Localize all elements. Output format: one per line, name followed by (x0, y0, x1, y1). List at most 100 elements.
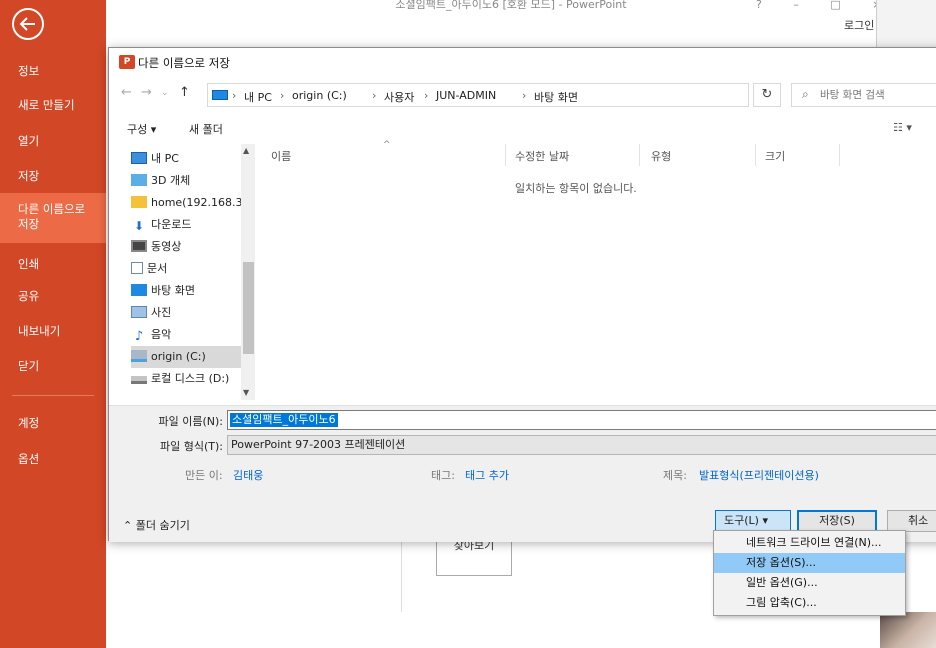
backstage-new[interactable]: 새로 만들기 (0, 89, 106, 121)
hide-folders-button[interactable]: ⌃ 폴더 숨기기 (123, 517, 190, 533)
tree-item-pictures[interactable]: 사진 (131, 302, 247, 324)
filename-input[interactable]: 소셜임팩트_아두이노6 (227, 410, 936, 430)
search-box[interactable]: ⌕ (791, 83, 936, 107)
back-button[interactable] (12, 8, 44, 40)
tree-item-label: 바탕 화면 (151, 284, 195, 297)
new-folder-button[interactable]: 새 폴더 (189, 121, 223, 137)
backstage-share[interactable]: 공유 (0, 280, 106, 312)
tree-item-label: 동영상 (151, 240, 182, 253)
backstage-save[interactable]: 저장 (0, 160, 106, 192)
scroll-up-icon[interactable]: ▲ (243, 146, 249, 155)
tree-item-desktop[interactable]: 바탕 화면 (131, 280, 247, 302)
dialog-toolbar: 구성 ▾ 새 폴더 ☷ ▾ (109, 118, 936, 140)
forward-nav-icon[interactable]: → (141, 85, 152, 100)
back-arrow-icon (19, 17, 35, 31)
column-divider (755, 144, 756, 166)
video-icon (131, 240, 147, 252)
backstage-info[interactable]: 정보 (0, 55, 106, 87)
pc-icon (131, 152, 147, 164)
scrollbar-thumb[interactable] (243, 262, 254, 354)
tree-item-this-pc[interactable]: 내 PC (131, 148, 247, 170)
save-button[interactable]: 저장(S) (797, 510, 877, 532)
filetype-select[interactable]: PowerPoint 97-2003 프레젠테이션 (227, 435, 936, 455)
view-options-button[interactable]: ☷ ▾ (893, 121, 912, 134)
column-header-size[interactable]: 크기 (765, 148, 785, 164)
organize-button[interactable]: 구성 ▾ (127, 121, 156, 137)
powerpoint-icon: P (119, 55, 135, 69)
dialog-titlebar: P 다른 이름으로 저장 (109, 48, 936, 78)
background-photo (880, 612, 936, 648)
backstage-account[interactable]: 계정 (0, 407, 106, 439)
tree-item-network-home[interactable]: home(192.168.3 (131, 192, 247, 214)
refresh-button[interactable]: ↻ (753, 83, 781, 107)
tree-item-3d-objects[interactable]: 3D 개체 (131, 170, 247, 192)
breadcrumb-item[interactable]: 사용자 (384, 89, 414, 105)
window-controls[interactable]: ? – □ × (756, 0, 895, 10)
filename-value: 소셜임팩트_아두이노6 (230, 413, 338, 427)
navigation-pane-scrollbar[interactable]: ▲ ▼ (241, 144, 255, 400)
tree-item-label: 다운로드 (151, 218, 192, 231)
menu-compress-pictures[interactable]: 그림 압축(C)... (714, 593, 905, 613)
cancel-button[interactable]: 취소 (887, 510, 936, 532)
navigation-bar: ← → ⌄ ↑ › 내 PC › origin (C:) › 사용자 › JUN… (109, 81, 936, 109)
backstage-open[interactable]: 열기 (0, 125, 106, 157)
tree-item-music[interactable]: ♪ 음악 (131, 324, 247, 346)
address-bar[interactable]: › 내 PC › origin (C:) › 사용자 › JUN-ADMIN ›… (207, 83, 826, 107)
column-header-name[interactable]: 이름 (271, 148, 291, 164)
breadcrumb-chevron-icon: › (424, 89, 429, 102)
desktop-icon (131, 284, 147, 296)
filetype-label: 파일 형식(T): (160, 440, 223, 453)
up-folder-icon[interactable]: ↑ (179, 85, 190, 100)
backstage-nav: 정보 새로 만들기 열기 저장 다른 이름으로 저장 인쇄 공유 내보내기 닫기… (0, 0, 106, 648)
tree-item-label: 사진 (151, 306, 172, 319)
dialog-title: 다른 이름으로 저장 (138, 56, 230, 70)
author-value[interactable]: 김태웅 (233, 467, 263, 483)
sort-indicator-icon: ^ (383, 140, 391, 150)
breadcrumb-item[interactable]: 바탕 화면 (534, 89, 578, 105)
breadcrumb-item[interactable]: origin (C:) (292, 89, 347, 102)
tree-item-label: 로컬 디스크 (D:) (151, 372, 230, 385)
tree-item-drive-d[interactable]: 로컬 디스크 (D:) (131, 368, 247, 390)
menu-general-options[interactable]: 일반 옵션(G)... (714, 573, 905, 593)
tags-value[interactable]: 태그 추가 (465, 467, 509, 483)
drive-c-icon (131, 350, 147, 362)
search-icon: ⌕ (802, 87, 809, 101)
tools-dropdown-button[interactable]: 도구(L) ▾ (715, 510, 791, 532)
tree-item-label: 음악 (151, 328, 172, 341)
recent-locations-icon[interactable]: ⌄ (161, 88, 169, 98)
tree-item-downloads[interactable]: ⬇ 다운로드 (131, 214, 247, 236)
back-nav-icon[interactable]: ← (121, 85, 132, 100)
title-value[interactable]: 발표형식(프리젠테이션용) (699, 467, 819, 483)
column-header-type[interactable]: 유형 (651, 148, 671, 164)
backstage-export[interactable]: 내보내기 (0, 315, 106, 347)
backstage-close[interactable]: 닫기 (0, 350, 106, 382)
breadcrumb-item[interactable]: 내 PC (244, 89, 272, 105)
tools-menu: 네트워크 드라이브 연결(N)... 저장 옵션(S)... 일반 옵션(G).… (713, 530, 906, 616)
title-label: 제목: (663, 469, 687, 482)
save-as-dialog: P 다른 이름으로 저장 ← → ⌄ ↑ › 내 PC › origin (C:… (108, 47, 936, 542)
download-icon: ⬇ (133, 219, 145, 233)
menu-map-network-drive[interactable]: 네트워크 드라이브 연결(N)... (714, 533, 905, 553)
app-window-title: 소셜임팩트_아두이노6 [호환 모드] - PowerPoint (395, 0, 627, 11)
save-form: 파일 이름(N): 소셜임팩트_아두이노6 파일 형식(T): PowerPoi… (109, 405, 936, 542)
breadcrumb-item[interactable]: JUN-ADMIN (436, 89, 496, 102)
scroll-down-icon[interactable]: ▼ (243, 388, 249, 397)
backstage-print[interactable]: 인쇄 (0, 248, 106, 280)
breadcrumb-chevron-icon: › (280, 89, 285, 102)
menu-save-options[interactable]: 저장 옵션(S)... (714, 553, 905, 573)
filename-label: 파일 이름(N): (158, 415, 224, 428)
tree-item-drive-c[interactable]: origin (C:) (131, 346, 247, 368)
login-link[interactable]: 로그인 (844, 17, 874, 33)
backstage-save-as[interactable]: 다른 이름으로 저장 (0, 193, 106, 243)
tree-item-label: 3D 개체 (151, 174, 191, 187)
tree-item-documents[interactable]: 문서 (131, 258, 247, 280)
author-label: 만든 이: (185, 469, 223, 482)
app-titlebar: 소셜임팩트_아두이노6 [호환 모드] - PowerPoint ? – □ ×… (106, 0, 936, 47)
column-header-date[interactable]: 수정한 날짜 (515, 148, 569, 164)
pc-icon (212, 90, 228, 100)
column-divider (505, 144, 506, 166)
tree-item-videos[interactable]: 동영상 (131, 236, 247, 258)
backstage-options[interactable]: 옵션 (0, 443, 106, 475)
search-input[interactable] (820, 87, 936, 103)
tree-item-label: origin (C:) (151, 350, 206, 363)
